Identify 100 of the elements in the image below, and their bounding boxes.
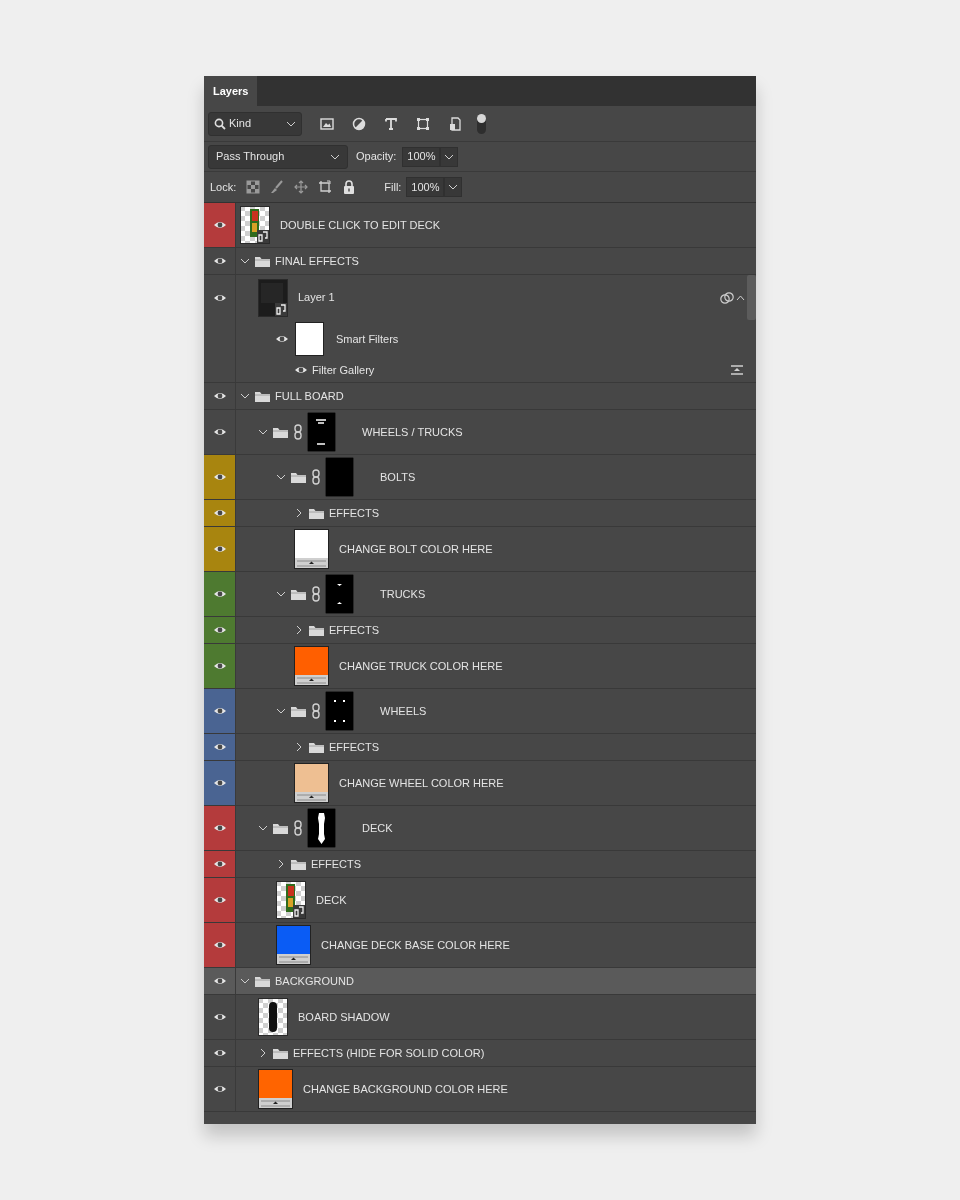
link-icon (293, 820, 303, 836)
eye-icon[interactable] (212, 660, 227, 672)
folder-icon (254, 389, 271, 403)
layer-row[interactable]: Layer 1 (204, 275, 756, 320)
layer-thumbnail (258, 998, 288, 1036)
blend-mode-dropdown[interactable]: Pass Through (208, 144, 348, 169)
eye-icon[interactable] (294, 364, 308, 376)
eye-icon[interactable] (212, 426, 227, 438)
eye-icon[interactable] (212, 741, 227, 753)
eye-icon[interactable] (212, 390, 227, 402)
eye-icon[interactable] (212, 255, 227, 267)
eye-icon[interactable] (212, 543, 227, 555)
opacity-label: Opacity: (356, 149, 397, 165)
eye-icon[interactable] (212, 894, 227, 906)
layer-row[interactable]: TRUCKS (204, 572, 756, 617)
caret-icon (330, 152, 340, 161)
fill-field[interactable]: 100% (406, 177, 445, 197)
chevron-down-icon[interactable] (276, 589, 286, 599)
layer-row[interactable]: CHANGE WHEEL COLOR HERE (204, 761, 756, 806)
layer-row[interactable]: EFFECTS (204, 851, 756, 878)
layer-row[interactable]: DECK (204, 806, 756, 851)
eye-icon[interactable] (212, 471, 227, 483)
blending-options-icon[interactable] (730, 364, 744, 376)
layer-row[interactable]: BOARD SHADOW (204, 995, 756, 1040)
layer-row[interactable]: DECK (204, 878, 756, 923)
layer-row[interactable]: BOLTS (204, 455, 756, 500)
chevron-down-icon[interactable] (240, 391, 250, 401)
layer-row[interactable]: WHEELS / TRUCKS (204, 410, 756, 455)
opacity-field[interactable]: 100% (402, 146, 441, 167)
layer-row[interactable]: CHANGE TRUCK COLOR HERE (204, 644, 756, 689)
chevron-right-icon[interactable] (294, 625, 304, 635)
layer-row[interactable]: DOUBLE CLICK TO EDIT DECK (204, 203, 756, 248)
smart-object-filter-icon[interactable] (448, 116, 462, 131)
layer-row[interactable]: EFFECTS (204, 500, 756, 527)
fill-dropdown-button[interactable] (444, 177, 463, 197)
caret-icon[interactable] (736, 293, 745, 302)
chevron-right-icon[interactable] (294, 742, 304, 752)
eye-icon[interactable] (275, 333, 289, 345)
eye-icon[interactable] (212, 1083, 227, 1095)
move-icon[interactable] (294, 180, 309, 194)
smart-filter-badge-icon (720, 290, 734, 305)
chevron-down-icon[interactable] (240, 976, 250, 986)
layer-name: CHANGE TRUCK COLOR HERE (339, 658, 503, 674)
folder-icon (290, 704, 307, 718)
eye-icon[interactable] (212, 1011, 227, 1023)
chevron-right-icon[interactable] (276, 859, 286, 869)
chevron-down-icon[interactable] (240, 256, 250, 266)
filter-mask-thumbnail (295, 322, 324, 356)
filter-toggle[interactable] (476, 112, 487, 135)
eye-icon[interactable] (212, 975, 227, 987)
chevron-down-icon[interactable] (258, 823, 268, 833)
image-filter-icon[interactable] (320, 116, 334, 131)
layer-row[interactable]: CHANGE BOLT COLOR HERE (204, 527, 756, 572)
adjustment-filter-icon[interactable] (352, 116, 366, 131)
eye-icon[interactable] (212, 507, 227, 519)
layer-row[interactable]: CHANGE BACKGROUND COLOR HERE (204, 1067, 756, 1112)
eye-icon[interactable] (212, 1047, 227, 1059)
lock-icon[interactable] (342, 180, 357, 194)
folder-icon (254, 254, 271, 268)
layer-thumbnail (276, 881, 306, 919)
type-filter-icon[interactable] (384, 116, 398, 131)
chevron-down-icon[interactable] (258, 427, 268, 437)
eye-icon[interactable] (212, 219, 227, 231)
eye-icon[interactable] (212, 939, 227, 951)
layer-name: CHANGE DECK BASE COLOR HERE (321, 937, 510, 953)
layer-row[interactable]: FINAL EFFECTS (204, 248, 756, 275)
folder-icon (272, 821, 289, 835)
eye-icon[interactable] (212, 777, 227, 789)
layer-name: FULL BOARD (275, 388, 344, 404)
shape-filter-icon[interactable] (416, 116, 430, 131)
eye-icon[interactable] (212, 588, 227, 600)
layer-row[interactable]: EFFECTS (HIDE FOR SOLID COLOR) (204, 1040, 756, 1067)
eye-icon[interactable] (212, 624, 227, 636)
eye-icon[interactable] (212, 822, 227, 834)
panel-tab[interactable]: Layers (204, 76, 258, 106)
link-icon (293, 424, 303, 440)
layer-row[interactable]: BACKGROUND (204, 968, 756, 995)
artboard-icon[interactable] (318, 180, 333, 194)
chevron-right-icon[interactable] (294, 508, 304, 518)
lock-transparency-icon[interactable] (246, 180, 261, 194)
chevron-right-icon[interactable] (258, 1048, 268, 1058)
layer-name: CHANGE WHEEL COLOR HERE (339, 775, 504, 791)
mask-thumbnail (325, 457, 354, 497)
eye-icon[interactable] (212, 705, 227, 717)
brush-icon[interactable] (270, 180, 285, 194)
layer-row[interactable]: EFFECTS (204, 734, 756, 761)
link-icon (311, 703, 321, 719)
layer-name: EFFECTS (329, 739, 380, 755)
chevron-down-icon[interactable] (276, 706, 286, 716)
layer-name: CHANGE BACKGROUND COLOR HERE (303, 1081, 508, 1097)
eye-icon[interactable] (212, 858, 227, 870)
chevron-down-icon[interactable] (276, 472, 286, 482)
layer-row[interactable]: WHEELS (204, 689, 756, 734)
layer-row[interactable]: FULL BOARD (204, 383, 756, 410)
layer-name: WHEELS (380, 703, 427, 719)
scrollbar-thumb[interactable] (747, 275, 756, 320)
layer-name: BACKGROUND (275, 973, 354, 989)
lock-label: Lock: (210, 179, 237, 195)
filter-dropdown[interactable]: Kind (208, 111, 302, 136)
layer-row[interactable]: EFFECTS (204, 617, 756, 644)
